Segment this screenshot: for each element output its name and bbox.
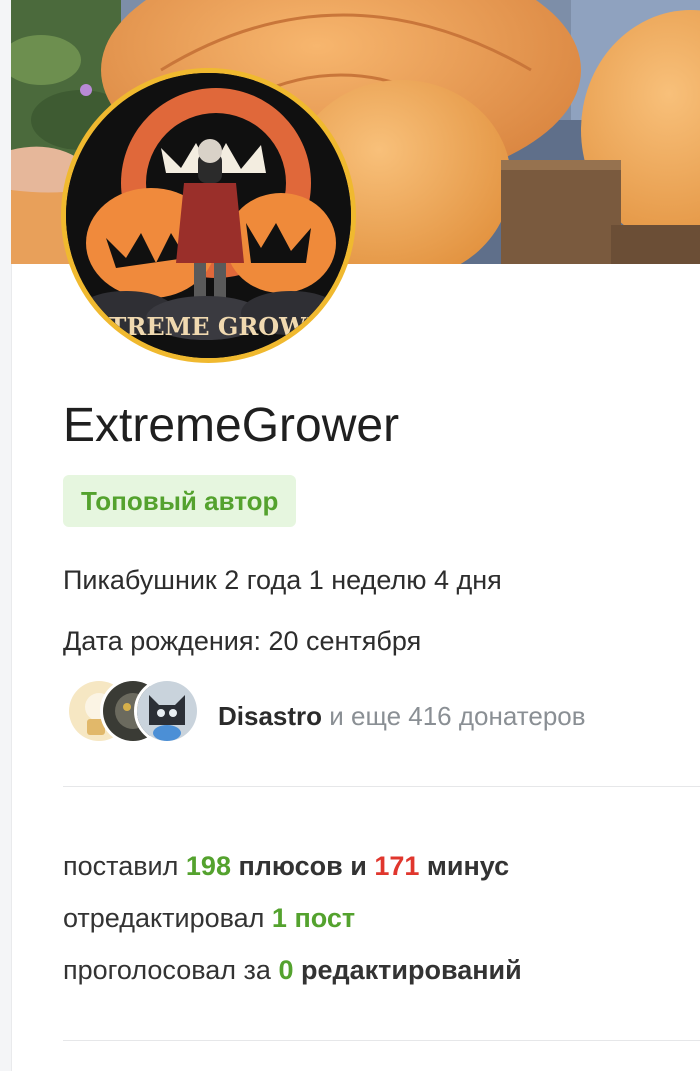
profile-tenure: Пикабушник 2 года 1 неделю 4 дня <box>63 565 502 595</box>
voted-word: редактирований <box>293 955 522 985</box>
edited-prefix: отредактировал <box>63 903 272 933</box>
avatar-logo-text: EXTREME GROWER <box>72 312 346 341</box>
voted-count: 0 <box>278 955 294 985</box>
minuses-count: 171 <box>374 851 420 881</box>
top-donor-name[interactable]: Disastro <box>218 701 322 731</box>
profile-avatar[interactable]: EXTREME GROWER <box>61 68 356 363</box>
avatar-image: EXTREME GROWER <box>66 73 351 358</box>
profile-birthday: Дата рождения: 20 сентября <box>63 626 422 656</box>
donors-block[interactable]: Disastro и еще 416 донатеров <box>66 678 666 760</box>
donor-avatar[interactable] <box>134 678 200 744</box>
donors-count-text: и еще 416 донатеров <box>322 701 586 731</box>
votes-stat: поставил 198 плюсов и 171 минус <box>63 848 509 884</box>
profile-username: ExtremeGrower <box>63 399 400 452</box>
divider <box>63 1040 700 1041</box>
edits-stat: отредактировал 1 пост <box>63 900 355 936</box>
divider <box>63 786 700 787</box>
votes-prefix: поставил <box>63 851 186 881</box>
pluses-word: плюсов и <box>230 851 375 881</box>
edited-count-link[interactable]: 1 пост <box>272 903 355 933</box>
minuses-word: минус <box>419 851 510 881</box>
voted-prefix: проголосовал за <box>63 955 279 985</box>
top-author-badge: Топовый автор <box>63 475 297 527</box>
pluses-count: 198 <box>185 851 231 881</box>
edit-votes-stat: проголосовал за 0 редактирований <box>63 952 522 988</box>
donors-summary[interactable]: Disastro и еще 416 донатеров <box>218 698 586 734</box>
